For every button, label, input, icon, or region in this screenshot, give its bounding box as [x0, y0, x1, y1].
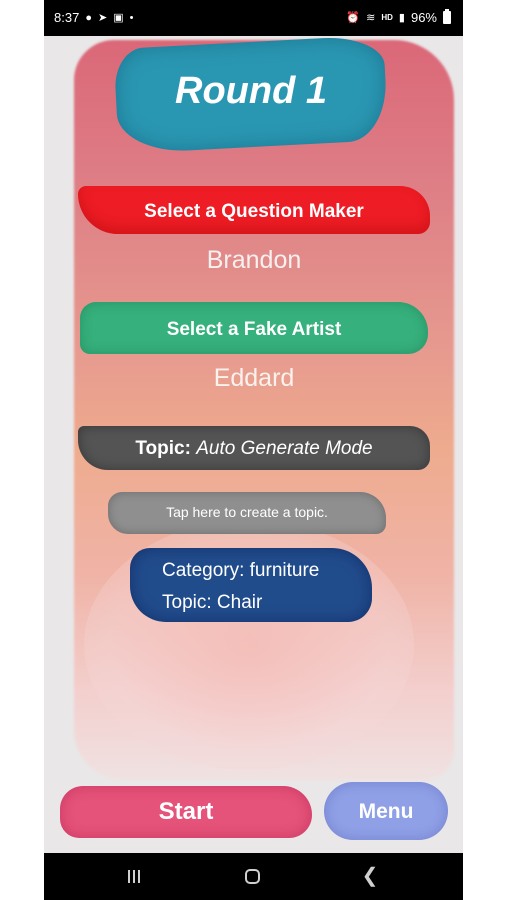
battery-icon: [443, 9, 451, 24]
select-question-maker-label[interactable]: Select a Question Maker: [78, 201, 430, 223]
generated-category: Category: furniture: [162, 560, 320, 581]
signal-icon: ▮: [398, 11, 405, 24]
gallery-icon: ▣: [113, 11, 124, 24]
back-button[interactable]: ❮: [340, 853, 400, 900]
alarm-icon: ⏰: [346, 11, 361, 24]
round-title: Round 1: [175, 70, 327, 112]
home-button[interactable]: [222, 853, 282, 900]
location-icon: ➤: [97, 11, 108, 24]
whatsapp-icon: ●: [85, 11, 92, 24]
generated-topic: Topic: Chair: [162, 592, 263, 613]
fake-artist-name: Eddard: [213, 364, 295, 392]
recent-apps-icon: [128, 853, 140, 900]
status-bar: 8:37 ● ➤ ▣ • ⏰ ≋ HD ▮ 96%: [44, 0, 463, 36]
create-topic-label[interactable]: Tap here to create a topic.: [108, 504, 386, 520]
question-maker-name: Brandon: [206, 246, 302, 274]
select-fake-artist-label[interactable]: Select a Fake Artist: [80, 319, 428, 341]
start-button-label[interactable]: Start: [60, 798, 312, 826]
navigation-bar: ❮: [44, 853, 463, 900]
recent-apps-button[interactable]: [104, 853, 164, 900]
hd-icon: HD: [381, 12, 393, 22]
status-time: 8:37: [54, 10, 80, 25]
menu-button-label[interactable]: Menu: [324, 800, 448, 824]
wifi-icon: ≋: [366, 11, 376, 24]
back-icon: ❮: [361, 865, 379, 887]
dot-icon: •: [129, 11, 134, 24]
battery-text: 96%: [410, 10, 437, 25]
topic-mode-prefix: Topic:: [135, 438, 191, 459]
app-screen: 8:37 ● ➤ ▣ • ⏰ ≋ HD ▮ 96% Round 1 Select…: [44, 0, 463, 900]
home-icon: [244, 869, 260, 885]
topic-mode-label[interactable]: Topic: Auto Generate Mode: [78, 438, 430, 460]
topic-mode-value: Auto Generate Mode: [196, 438, 373, 459]
